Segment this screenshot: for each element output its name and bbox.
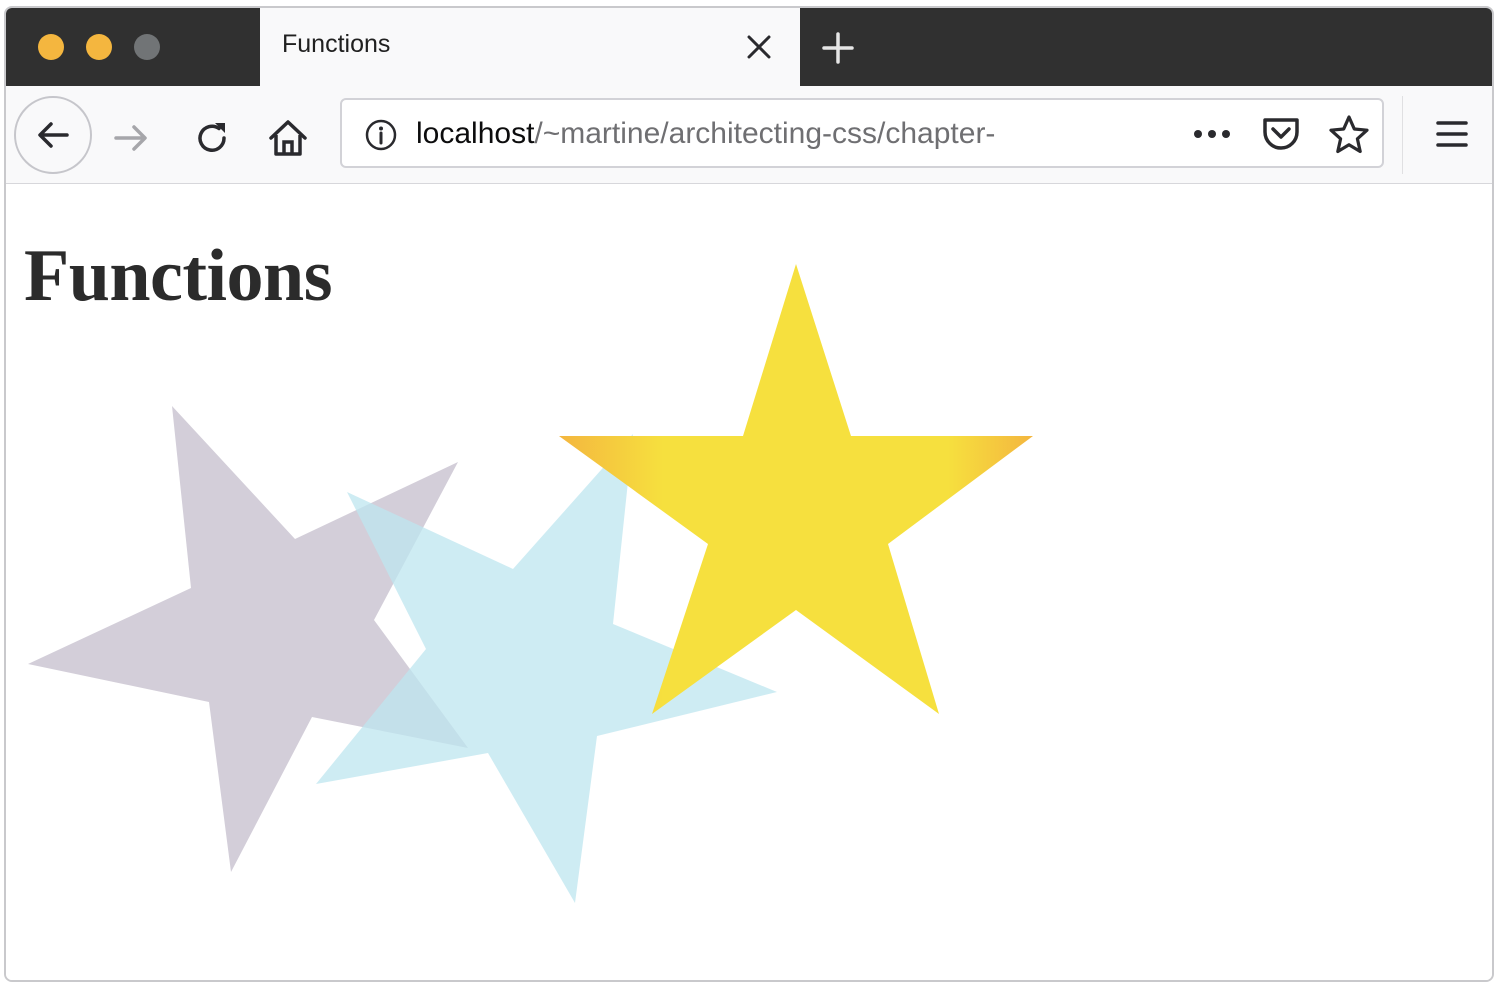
tab-functions[interactable]: Functions	[260, 8, 800, 86]
reload-button[interactable]	[192, 118, 232, 163]
toolbar-separator	[1402, 96, 1403, 174]
star-outline-icon[interactable]	[1328, 114, 1370, 161]
arrow-left-icon	[38, 122, 69, 148]
page-content: Functions	[6, 184, 1492, 980]
hamburger-menu-icon[interactable]	[1434, 116, 1470, 157]
url-path: /~martine/architecting-css/chapter-	[534, 117, 996, 150]
pocket-icon[interactable]	[1260, 114, 1302, 159]
address-bar[interactable]: localhost/~martine/architecting-css/chap…	[340, 98, 1384, 168]
reload-icon	[198, 123, 226, 152]
url-text[interactable]: localhost/~martine/architecting-css/chap…	[416, 117, 1106, 151]
arrow-right-icon	[114, 125, 147, 151]
forward-button[interactable]	[112, 118, 152, 163]
back-button[interactable]	[14, 96, 92, 174]
stars-canvas	[28, 264, 1033, 903]
plus-icon[interactable]	[820, 30, 856, 66]
window-minimize-dot[interactable]	[86, 34, 112, 60]
lavender-star	[28, 406, 468, 872]
window-zoom-dot[interactable]	[134, 34, 160, 60]
window-close-dot[interactable]	[38, 34, 64, 60]
home-icon	[269, 120, 307, 156]
tab-title: Functions	[282, 30, 391, 58]
browser-window: Functions localhost/~martine/architectin…	[4, 6, 1494, 982]
title-bar: Functions	[6, 8, 1492, 86]
home-button[interactable]	[266, 116, 310, 165]
info-icon[interactable]	[364, 118, 398, 157]
navigation-toolbar: localhost/~martine/architecting-css/chap…	[6, 86, 1492, 184]
more-dots-icon[interactable]	[1192, 122, 1232, 151]
close-icon[interactable]	[744, 32, 774, 62]
url-host: localhost	[416, 117, 535, 150]
